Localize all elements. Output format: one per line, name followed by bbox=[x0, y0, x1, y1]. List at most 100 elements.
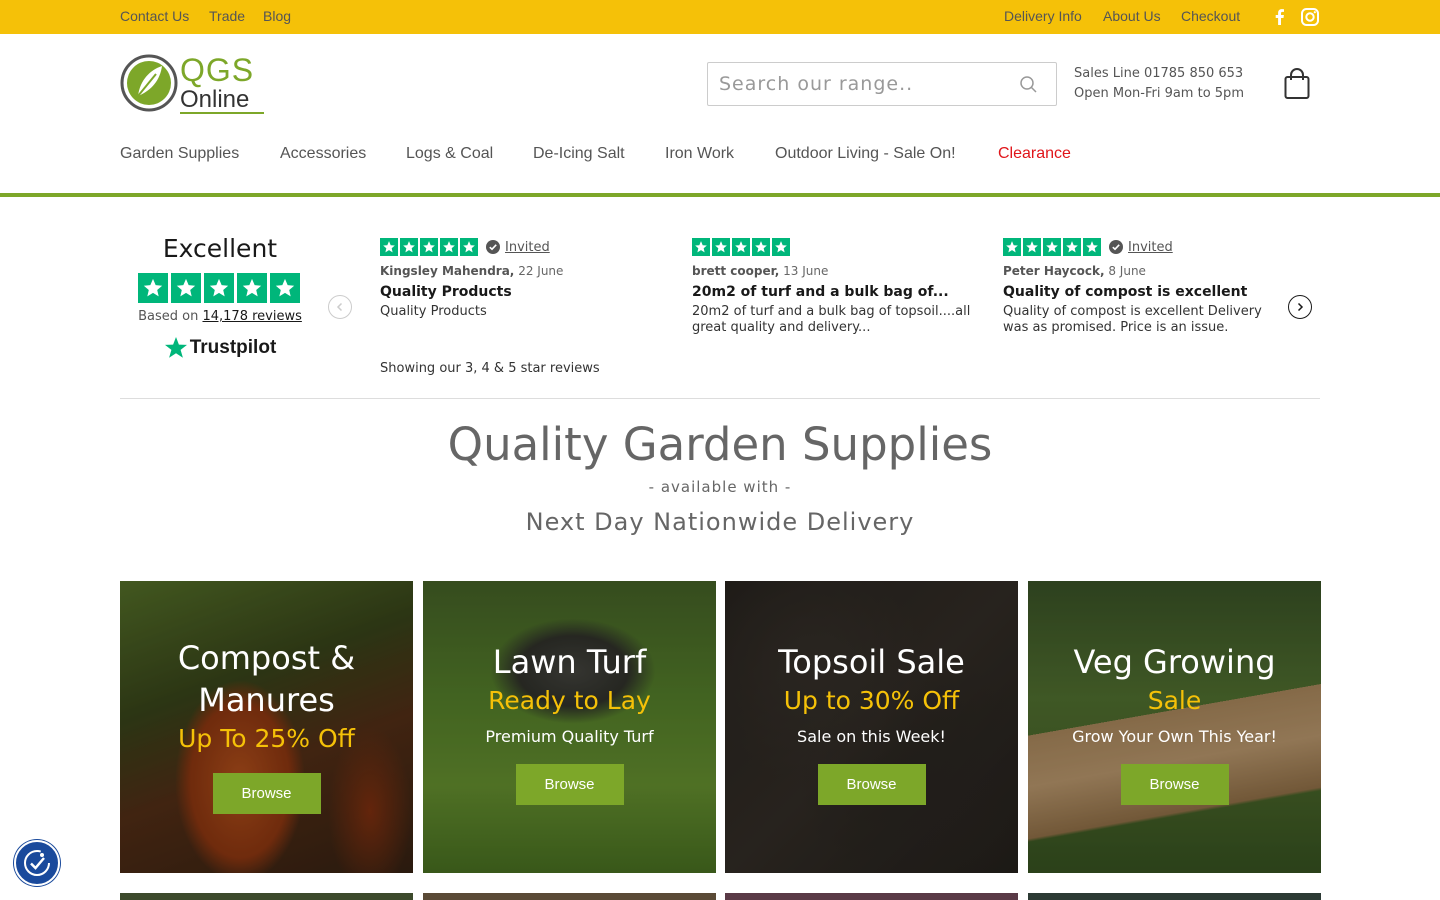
invited-label: Invited bbox=[505, 239, 550, 255]
star-icon bbox=[772, 238, 790, 256]
accessibility-icon bbox=[24, 850, 50, 876]
review-date: 8 June bbox=[1108, 264, 1146, 278]
review-author: Peter Haycock, bbox=[1003, 264, 1105, 278]
based-on-label: Based on bbox=[138, 309, 199, 324]
review-title: 20m2 of turf and a bulk bag of... bbox=[692, 284, 949, 300]
trade-link[interactable]: Trade bbox=[209, 8, 245, 24]
star-icon bbox=[1083, 238, 1101, 256]
review-card[interactable]: Invited Kingsley Mahendra, 22 June Quali… bbox=[380, 237, 660, 320]
star-icon bbox=[138, 273, 168, 303]
review-card[interactable]: brett cooper, 13 June 20m2 of turf and a… bbox=[692, 237, 972, 336]
nav-outdoor-living[interactable]: Outdoor Living - Sale On! bbox=[775, 145, 956, 163]
star-icon bbox=[692, 238, 710, 256]
star-icon bbox=[420, 238, 438, 256]
browse-compost-button[interactable]: Browse bbox=[212, 773, 321, 814]
tile-title: Topsoil Sale bbox=[778, 643, 965, 681]
star-icon bbox=[270, 273, 300, 303]
category-tile-compost[interactable]: Compost & Manures Up To 25% Off Browse bbox=[120, 581, 413, 873]
checkout-link[interactable]: Checkout bbox=[1181, 8, 1240, 24]
category-tile-peek[interactable] bbox=[423, 893, 716, 900]
category-tile-peek[interactable] bbox=[1028, 893, 1321, 900]
star-icon bbox=[1003, 238, 1021, 256]
star-icon bbox=[712, 238, 730, 256]
invited-label: Invited bbox=[1128, 239, 1173, 255]
trustpilot-based-on: Based on 14,178 reviews bbox=[120, 309, 320, 324]
opening-hours: Open Mon-Fri 9am to 5pm bbox=[1074, 86, 1244, 101]
nav-iron-work[interactable]: Iron Work bbox=[665, 145, 734, 163]
tile-caption: Premium Quality Turf bbox=[485, 727, 654, 746]
search-box bbox=[707, 62, 1057, 106]
reviews-next-button[interactable] bbox=[1288, 295, 1312, 319]
review-count-link[interactable]: 14,178 reviews bbox=[202, 309, 301, 324]
star-icon bbox=[732, 238, 750, 256]
category-tile-lawn-turf[interactable]: Lawn Turf Ready to Lay Premium Quality T… bbox=[423, 581, 716, 873]
logo-text-qgs: QGS bbox=[180, 52, 255, 88]
review-title: Quality of compost is excellent bbox=[1003, 284, 1248, 300]
star-icon bbox=[460, 238, 478, 256]
nav-clearance[interactable]: Clearance bbox=[998, 145, 1071, 163]
browse-veg-growing-button[interactable]: Browse bbox=[1120, 764, 1229, 805]
nav-logs-coal[interactable]: Logs & Coal bbox=[406, 145, 493, 163]
accessibility-button[interactable] bbox=[14, 840, 60, 886]
qgs-logo[interactable]: QGS Online bbox=[120, 52, 270, 116]
reviews-prev-button[interactable] bbox=[328, 295, 352, 319]
about-us-link[interactable]: About Us bbox=[1103, 8, 1161, 24]
review-body: 20m2 of turf and a bulk bag of topsoil..… bbox=[692, 304, 971, 335]
star-icon bbox=[440, 238, 458, 256]
trustpilot-star-icon bbox=[164, 337, 187, 358]
star-icon bbox=[1043, 238, 1061, 256]
tile-highlight: Ready to Lay bbox=[488, 686, 651, 715]
facebook-icon[interactable] bbox=[1270, 7, 1290, 27]
chevron-right-icon bbox=[1297, 302, 1304, 312]
review-meta: Peter Haycock, 8 June bbox=[1003, 264, 1283, 278]
check-circle-icon bbox=[1109, 240, 1123, 254]
review-stars bbox=[1003, 238, 1101, 256]
review-date: 22 June bbox=[518, 264, 564, 278]
delivery-info-link[interactable]: Delivery Info bbox=[1004, 8, 1082, 24]
review-body: Quality of compost is excellent Delivery… bbox=[1003, 304, 1262, 335]
chevron-left-icon bbox=[336, 302, 343, 312]
browse-topsoil-button[interactable]: Browse bbox=[817, 764, 926, 805]
invited-badge[interactable]: Invited bbox=[486, 240, 550, 255]
trustpilot-brand: Trustpilot bbox=[189, 337, 277, 358]
trustpilot-summary: Excellent Based on 14,178 reviews Trustp… bbox=[120, 234, 320, 360]
check-circle-icon bbox=[486, 240, 500, 254]
category-tile-topsoil[interactable]: Topsoil Sale Up to 30% Off Sale on this … bbox=[725, 581, 1018, 873]
tile-title: Lawn Turf bbox=[492, 643, 647, 681]
sales-info: Sales Line 01785 850 653 Open Mon-Fri 9a… bbox=[1074, 64, 1244, 104]
search-input[interactable] bbox=[719, 69, 1009, 99]
star-icon bbox=[400, 238, 418, 256]
category-tile-peek[interactable] bbox=[120, 893, 413, 900]
trustpilot-logo[interactable]: Trustpilot bbox=[120, 336, 320, 360]
tile-title: Veg Growing bbox=[1073, 643, 1276, 681]
review-author: Kingsley Mahendra, bbox=[380, 264, 515, 278]
review-body: Quality Products bbox=[380, 304, 487, 319]
review-date: 13 June bbox=[783, 264, 829, 278]
contact-us-link[interactable]: Contact Us bbox=[120, 8, 189, 24]
search-icon[interactable] bbox=[1019, 75, 1039, 95]
reviews-filter-note: Showing our 3, 4 & 5 star reviews bbox=[380, 361, 600, 376]
instagram-icon[interactable] bbox=[1300, 7, 1320, 27]
browse-lawn-turf-button[interactable]: Browse bbox=[515, 764, 624, 805]
blog-link[interactable]: Blog bbox=[263, 8, 291, 24]
nav-divider bbox=[0, 193, 1440, 197]
logo-underline bbox=[180, 112, 264, 114]
nav-garden-supplies[interactable]: Garden Supplies bbox=[120, 145, 239, 163]
review-title: Quality Products bbox=[380, 284, 512, 300]
logo-text-online: Online bbox=[180, 86, 250, 113]
tile-highlight: Up to 30% Off bbox=[783, 686, 960, 715]
category-tile-peek[interactable] bbox=[725, 893, 1018, 900]
invited-badge[interactable]: Invited bbox=[1109, 240, 1173, 255]
shopping-bag-icon[interactable] bbox=[1283, 68, 1311, 100]
review-card[interactable]: Invited Peter Haycock, 8 June Quality of… bbox=[1003, 237, 1283, 336]
nav-de-icing-salt[interactable]: De-Icing Salt bbox=[533, 145, 625, 163]
review-meta: Kingsley Mahendra, 22 June bbox=[380, 264, 660, 278]
star-icon bbox=[204, 273, 234, 303]
hero-subtitle: - available with - bbox=[648, 478, 792, 496]
nav-accessories[interactable]: Accessories bbox=[280, 145, 366, 163]
review-stars bbox=[380, 238, 478, 256]
logo-leaf-icon bbox=[120, 54, 178, 112]
category-tile-veg-growing[interactable]: Veg Growing Sale Grow Your Own This Year… bbox=[1028, 581, 1321, 873]
star-icon bbox=[752, 238, 770, 256]
top-bar: Contact Us Trade Blog Delivery Info Abou… bbox=[0, 0, 1440, 34]
